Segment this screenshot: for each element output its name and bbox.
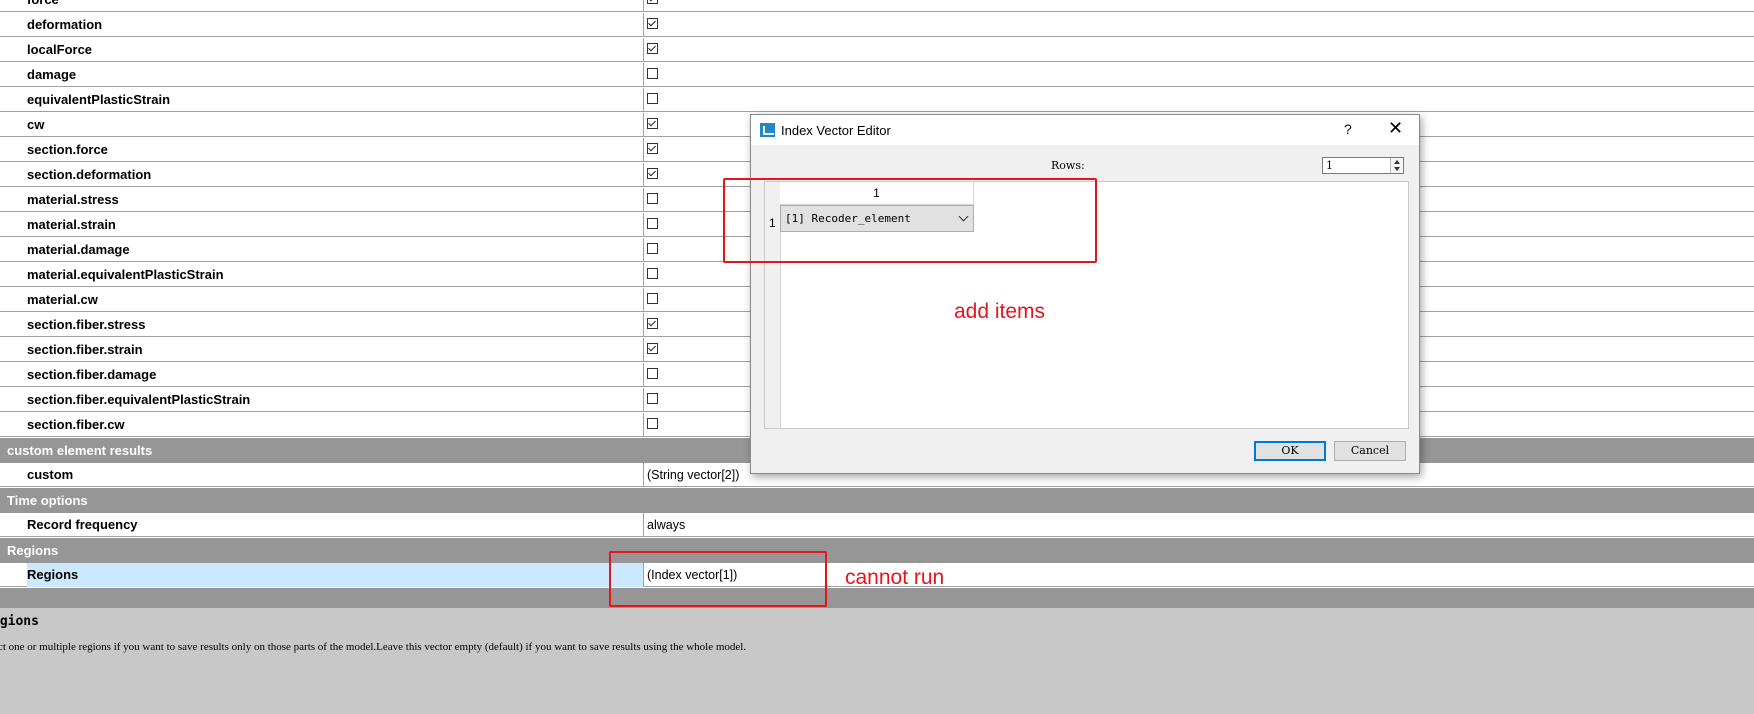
spin-up-icon[interactable] bbox=[1394, 160, 1400, 164]
column-divider bbox=[643, 263, 644, 287]
column-divider bbox=[643, 363, 644, 387]
description-text: lect one or multiple regions if you want… bbox=[0, 641, 747, 653]
property-name: deformation bbox=[27, 17, 103, 32]
property-name: localForce bbox=[27, 42, 93, 57]
checkbox[interactable] bbox=[647, 293, 658, 304]
column-divider bbox=[643, 0, 644, 12]
property-value[interactable]: always bbox=[647, 518, 685, 532]
checkbox[interactable] bbox=[647, 93, 658, 104]
property-name: section.fiber.strain bbox=[27, 342, 143, 357]
column-divider bbox=[643, 88, 644, 112]
property-name: section.fiber.equivalentPlasticStrain bbox=[27, 392, 251, 407]
column-divider bbox=[643, 413, 644, 437]
column-divider bbox=[643, 163, 644, 187]
column-divider bbox=[643, 238, 644, 262]
column-divider bbox=[643, 213, 644, 237]
category-label: custom element results bbox=[7, 443, 153, 458]
checkbox[interactable] bbox=[647, 68, 658, 79]
checkbox[interactable] bbox=[647, 118, 658, 129]
app-icon bbox=[760, 123, 775, 137]
close-icon[interactable]: ✕ bbox=[1388, 118, 1403, 139]
checkbox[interactable] bbox=[647, 43, 658, 54]
annotation-cannot-run: cannot run bbox=[845, 566, 945, 589]
property-row[interactable]: localForce bbox=[0, 38, 1754, 62]
checkbox[interactable] bbox=[647, 193, 658, 204]
dialog-titlebar[interactable]: Index Vector Editor ? ✕ bbox=[751, 115, 1419, 145]
checkbox[interactable] bbox=[647, 418, 658, 429]
property-name: custom bbox=[27, 467, 74, 482]
checkbox[interactable] bbox=[647, 268, 658, 279]
checkbox[interactable] bbox=[647, 393, 658, 404]
help-icon[interactable]: ? bbox=[1344, 121, 1352, 137]
property-name: section.fiber.cw bbox=[27, 417, 125, 432]
description-panel: egions lect one or multiple regions if y… bbox=[0, 608, 1754, 714]
rows-value[interactable]: 1 bbox=[1326, 159, 1333, 172]
property-name: section.fiber.damage bbox=[27, 367, 157, 382]
column-divider bbox=[643, 388, 644, 412]
column-divider bbox=[643, 138, 644, 162]
property-value[interactable]: (String vector[2]) bbox=[647, 468, 739, 482]
property-name: material.damage bbox=[27, 242, 130, 257]
category-label: Time options bbox=[7, 493, 88, 508]
dialog-title: Index Vector Editor bbox=[781, 123, 891, 138]
property-row[interactable]: deformation bbox=[0, 13, 1754, 37]
property-name: Regions bbox=[27, 567, 79, 582]
property-name: Record frequency bbox=[27, 517, 138, 532]
category-regions[interactable]: Regions bbox=[0, 538, 1754, 563]
grid-footer-strip bbox=[0, 588, 1754, 608]
checkbox[interactable] bbox=[647, 18, 658, 29]
checkbox[interactable] bbox=[647, 0, 658, 4]
column-divider bbox=[643, 188, 644, 212]
property-row[interactable]: force bbox=[0, 0, 1754, 12]
property-name: section.force bbox=[27, 142, 108, 157]
property-name: force bbox=[27, 0, 59, 7]
category-label: Regions bbox=[7, 543, 59, 558]
column-divider bbox=[643, 313, 644, 337]
column-divider bbox=[643, 513, 644, 537]
property-name: section.fiber.stress bbox=[27, 317, 146, 332]
spin-down-icon[interactable] bbox=[1394, 167, 1400, 171]
property-name: material.equivalentPlasticStrain bbox=[27, 267, 224, 282]
checkbox[interactable] bbox=[647, 168, 658, 179]
checkbox[interactable] bbox=[647, 318, 658, 329]
cancel-button[interactable]: Cancel bbox=[1334, 441, 1406, 461]
checkbox[interactable] bbox=[647, 368, 658, 379]
column-divider bbox=[643, 38, 644, 62]
annotation-box-items bbox=[723, 178, 1097, 263]
property-name: material.cw bbox=[27, 292, 98, 307]
property-name: material.strain bbox=[27, 217, 116, 232]
checkbox[interactable] bbox=[647, 243, 658, 254]
column-divider bbox=[643, 13, 644, 37]
description-title: egions bbox=[0, 614, 39, 629]
ok-button[interactable]: OK bbox=[1254, 441, 1326, 461]
selection-highlight bbox=[27, 563, 643, 587]
property-name: material.stress bbox=[27, 192, 119, 207]
annotation-box-regions bbox=[609, 551, 827, 607]
property-name: section.deformation bbox=[27, 167, 152, 182]
checkbox[interactable] bbox=[647, 343, 658, 354]
column-divider bbox=[643, 113, 644, 137]
property-name: equivalentPlasticStrain bbox=[27, 92, 171, 107]
property-name: damage bbox=[27, 67, 77, 82]
checkbox[interactable] bbox=[647, 143, 658, 154]
property-row-record-frequency[interactable]: Record frequency always bbox=[0, 513, 1754, 537]
spin-buttons[interactable] bbox=[1390, 158, 1403, 173]
checkbox[interactable] bbox=[647, 218, 658, 229]
column-divider bbox=[643, 463, 644, 487]
annotation-add-items: add items bbox=[954, 300, 1046, 323]
property-name: cw bbox=[27, 117, 45, 132]
property-row[interactable]: equivalentPlasticStrain bbox=[0, 88, 1754, 112]
column-divider bbox=[643, 63, 644, 87]
rows-label: Rows: bbox=[1051, 159, 1085, 172]
column-divider bbox=[643, 338, 644, 362]
column-divider bbox=[643, 288, 644, 312]
rows-spinbox[interactable]: 1 bbox=[1322, 157, 1404, 174]
property-row[interactable]: damage bbox=[0, 63, 1754, 87]
index-vector-editor-dialog: Index Vector Editor ? ✕ Rows: 1 1 1 [1] … bbox=[750, 114, 1420, 474]
category-time-options[interactable]: Time options bbox=[0, 488, 1754, 513]
